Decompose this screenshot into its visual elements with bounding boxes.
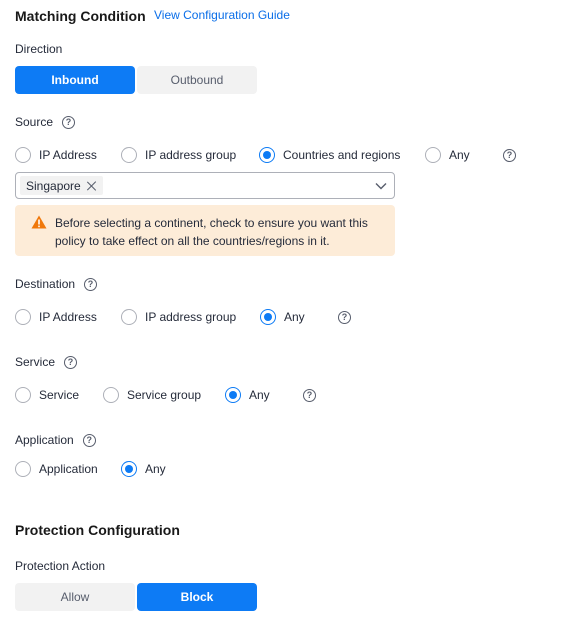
radio-circle[interactable] bbox=[121, 309, 137, 325]
radio-circle[interactable] bbox=[15, 147, 31, 163]
protection-configuration-title: Protection Configuration bbox=[15, 522, 180, 538]
application-option-any[interactable]: Any bbox=[121, 461, 166, 477]
protection-allow-button[interactable]: Allow bbox=[15, 583, 135, 611]
radio-circle[interactable] bbox=[15, 309, 31, 325]
radio-label: IP Address bbox=[39, 148, 97, 162]
radio-label: Countries and regions bbox=[283, 148, 401, 162]
radio-label: Application bbox=[39, 462, 98, 476]
protection-action-segmented-control: Allow Block bbox=[15, 583, 257, 611]
source-options-help-icon[interactable]: ? bbox=[503, 148, 516, 162]
continent-warning-alert: Before selecting a continent, check to e… bbox=[15, 205, 395, 256]
source-option-countries-and-regions[interactable]: Countries and regions bbox=[259, 147, 425, 163]
radio-circle[interactable] bbox=[103, 387, 119, 403]
destination-radio-group: IP Address IP address group Any ? bbox=[15, 309, 351, 325]
direction-segmented-control: Inbound Outbound bbox=[15, 66, 257, 94]
radio-label: IP address group bbox=[145, 310, 237, 324]
radio-label: Any bbox=[249, 388, 270, 402]
source-option-ip-address-group[interactable]: IP address group bbox=[121, 147, 259, 163]
service-help-icon[interactable]: ? bbox=[64, 355, 78, 369]
direction-inbound-button[interactable]: Inbound bbox=[15, 66, 135, 94]
radio-label: Any bbox=[145, 462, 166, 476]
service-radio-group: Service Service group Any ? bbox=[15, 387, 316, 403]
source-option-ip-address[interactable]: IP Address bbox=[15, 147, 121, 163]
selected-country-label: Singapore bbox=[26, 178, 81, 193]
service-label-row: Service ? bbox=[15, 355, 78, 369]
chevron-down-icon[interactable] bbox=[374, 179, 388, 193]
selected-country-tag: Singapore bbox=[20, 176, 103, 195]
service-option-service[interactable]: Service bbox=[15, 387, 103, 403]
service-label: Service bbox=[15, 355, 56, 369]
radio-circle[interactable] bbox=[259, 147, 275, 163]
alert-message: Before selecting a continent, check to e… bbox=[55, 216, 368, 248]
close-icon[interactable] bbox=[87, 181, 97, 191]
radio-circle[interactable] bbox=[15, 387, 31, 403]
radio-label: IP address group bbox=[145, 148, 237, 162]
source-radio-group: IP Address IP address group Countries an… bbox=[15, 147, 516, 163]
source-help-icon[interactable]: ? bbox=[62, 115, 76, 129]
application-label: Application bbox=[15, 433, 74, 447]
application-label-row: Application ? bbox=[15, 433, 96, 447]
radio-circle[interactable] bbox=[260, 309, 276, 325]
destination-option-ip-address-group[interactable]: IP address group bbox=[121, 309, 260, 325]
warning-triangle-icon bbox=[31, 215, 47, 256]
source-label: Source bbox=[15, 115, 54, 129]
destination-option-any[interactable]: Any bbox=[260, 309, 338, 325]
radio-label: Any bbox=[449, 148, 470, 162]
destination-options-help-icon[interactable]: ? bbox=[338, 310, 351, 324]
service-option-any[interactable]: Any bbox=[225, 387, 303, 403]
source-option-any[interactable]: Any bbox=[425, 147, 503, 163]
countries-select[interactable]: Singapore bbox=[15, 172, 395, 199]
application-help-icon[interactable]: ? bbox=[82, 433, 96, 447]
service-option-service-group[interactable]: Service group bbox=[103, 387, 225, 403]
application-radio-group: Application Any bbox=[15, 461, 190, 477]
protection-block-button[interactable]: Block bbox=[137, 583, 257, 611]
radio-label: IP Address bbox=[39, 310, 97, 324]
radio-circle[interactable] bbox=[15, 461, 31, 477]
view-configuration-guide-link[interactable]: View Configuration Guide bbox=[154, 8, 290, 22]
radio-circle[interactable] bbox=[225, 387, 241, 403]
radio-label: Service group bbox=[127, 388, 202, 402]
radio-circle[interactable] bbox=[121, 461, 137, 477]
protection-action-label: Protection Action bbox=[15, 559, 106, 573]
service-options-help-icon[interactable]: ? bbox=[303, 388, 316, 402]
matching-condition-title: Matching Condition bbox=[15, 8, 146, 24]
radio-label: Service bbox=[39, 388, 80, 402]
radio-label: Any bbox=[284, 310, 305, 324]
destination-option-ip-address[interactable]: IP Address bbox=[15, 309, 121, 325]
destination-label: Destination bbox=[15, 277, 76, 291]
direction-label: Direction bbox=[15, 42, 63, 56]
radio-circle[interactable] bbox=[425, 147, 441, 163]
destination-label-row: Destination ? bbox=[15, 277, 98, 291]
direction-outbound-button[interactable]: Outbound bbox=[137, 66, 257, 94]
destination-help-icon[interactable]: ? bbox=[84, 277, 98, 291]
source-label-row: Source ? bbox=[15, 115, 76, 129]
application-option-application[interactable]: Application bbox=[15, 461, 121, 477]
radio-circle[interactable] bbox=[121, 147, 137, 163]
